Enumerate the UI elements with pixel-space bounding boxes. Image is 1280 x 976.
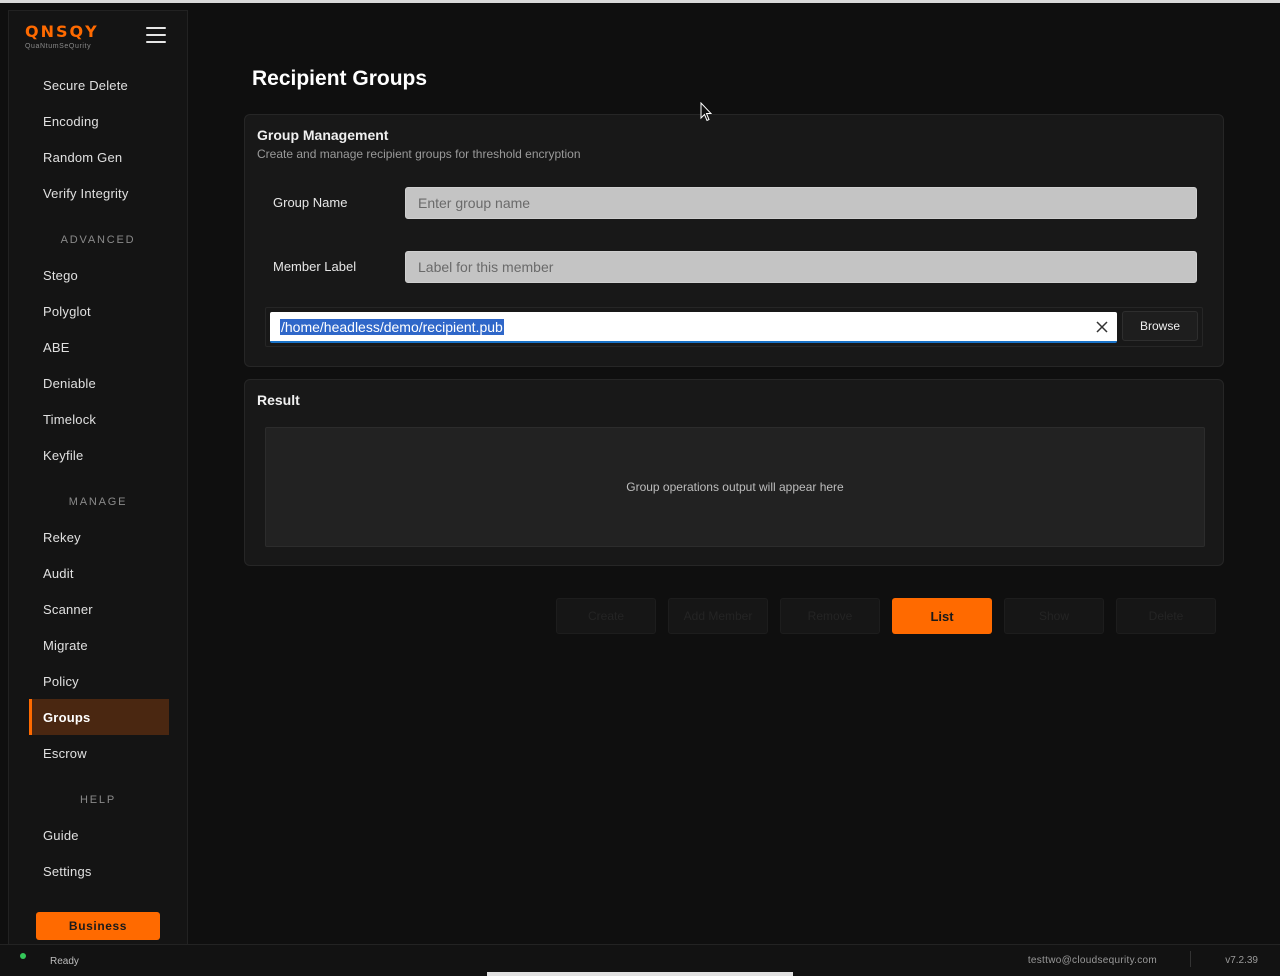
sidebar-item-escrow[interactable]: Escrow bbox=[29, 735, 169, 771]
show-button[interactable]: Show bbox=[1004, 598, 1104, 634]
section-advanced: ADVANCED bbox=[60, 234, 136, 246]
sidebar-item-verify-integrity[interactable]: Verify Integrity bbox=[29, 175, 169, 211]
mouse-cursor-icon bbox=[700, 102, 712, 122]
page-title: Recipient Groups bbox=[252, 67, 428, 90]
brand: QNSQY QuaNtumSeQurity bbox=[25, 22, 99, 51]
member-label-input[interactable] bbox=[405, 251, 1197, 283]
sidebar-item-guide[interactable]: Guide bbox=[29, 817, 169, 853]
sidebar-item-deniable[interactable]: Deniable bbox=[29, 365, 169, 401]
result-placeholder: Group operations output will appear here bbox=[626, 480, 844, 494]
sidebar-item-audit[interactable]: Audit bbox=[29, 555, 169, 591]
top-border bbox=[0, 0, 1280, 3]
app-tagline: QuaNtumSeQurity bbox=[25, 43, 92, 50]
panel-subtitle: Create and manage recipient groups for t… bbox=[257, 147, 581, 161]
sidebar-item-groups[interactable]: Groups bbox=[29, 699, 169, 735]
close-icon[interactable] bbox=[1095, 320, 1109, 334]
create-button[interactable]: Create bbox=[556, 598, 656, 634]
result-title: Result bbox=[257, 392, 300, 408]
status-indicator bbox=[20, 953, 26, 959]
status-version: v7.2.39 bbox=[1225, 955, 1258, 966]
browse-button[interactable]: Browse bbox=[1122, 311, 1198, 341]
file-path-text: /home/headless/demo/recipient.pub bbox=[280, 319, 504, 335]
section-help: HELP bbox=[80, 794, 116, 806]
business-button[interactable]: Business bbox=[36, 912, 160, 940]
sidebar-item-rekey[interactable]: Rekey bbox=[29, 519, 169, 555]
sidebar-item-abe[interactable]: ABE bbox=[29, 329, 169, 365]
sidebar-item-keyfile[interactable]: Keyfile bbox=[29, 437, 169, 473]
result-output: Group operations output will appear here bbox=[265, 427, 1205, 547]
app-logo: QNSQY bbox=[25, 22, 99, 41]
group-management-panel: Group Management Create and manage recip… bbox=[244, 114, 1224, 367]
sidebar-item-scanner[interactable]: Scanner bbox=[29, 591, 169, 627]
file-path-input[interactable]: /home/headless/demo/recipient.pub bbox=[270, 312, 1117, 343]
list-button[interactable]: List bbox=[892, 598, 992, 634]
group-name-label: Group Name bbox=[273, 195, 348, 210]
sidebar: QNSQY QuaNtumSeQurity Secure Delete Enco… bbox=[8, 10, 188, 944]
sidebar-item-polyglot[interactable]: Polyglot bbox=[29, 293, 169, 329]
sidebar-item-timelock[interactable]: Timelock bbox=[29, 401, 169, 437]
sidebar-item-encoding[interactable]: Encoding bbox=[29, 103, 169, 139]
sidebar-item-policy[interactable]: Policy bbox=[29, 663, 169, 699]
member-label-label: Member Label bbox=[273, 259, 357, 274]
panel-title: Group Management bbox=[257, 127, 389, 143]
sidebar-item-secure-delete[interactable]: Secure Delete bbox=[29, 67, 169, 103]
sidebar-item-migrate[interactable]: Migrate bbox=[29, 627, 169, 663]
delete-button[interactable]: Delete bbox=[1116, 598, 1216, 634]
group-name-input[interactable] bbox=[405, 187, 1197, 219]
menu-icon[interactable] bbox=[146, 27, 166, 43]
sidebar-item-stego[interactable]: Stego bbox=[29, 257, 169, 293]
file-picker: /home/headless/demo/recipient.pub Browse bbox=[265, 307, 1203, 347]
sidebar-item-random-gen[interactable]: Random Gen bbox=[29, 139, 169, 175]
add-member-button[interactable]: Add Member bbox=[668, 598, 768, 634]
section-manage: MANAGE bbox=[68, 496, 128, 508]
sidebar-item-settings[interactable]: Settings bbox=[29, 853, 169, 889]
remove-button[interactable]: Remove bbox=[780, 598, 880, 634]
status-divider bbox=[1190, 951, 1191, 967]
status-text: Ready bbox=[50, 956, 79, 967]
result-panel: Result Group operations output will appe… bbox=[244, 379, 1224, 566]
bottom-scrollbar[interactable] bbox=[487, 972, 793, 976]
status-user: testtwo@cloudsequrity.com bbox=[1027, 955, 1157, 966]
